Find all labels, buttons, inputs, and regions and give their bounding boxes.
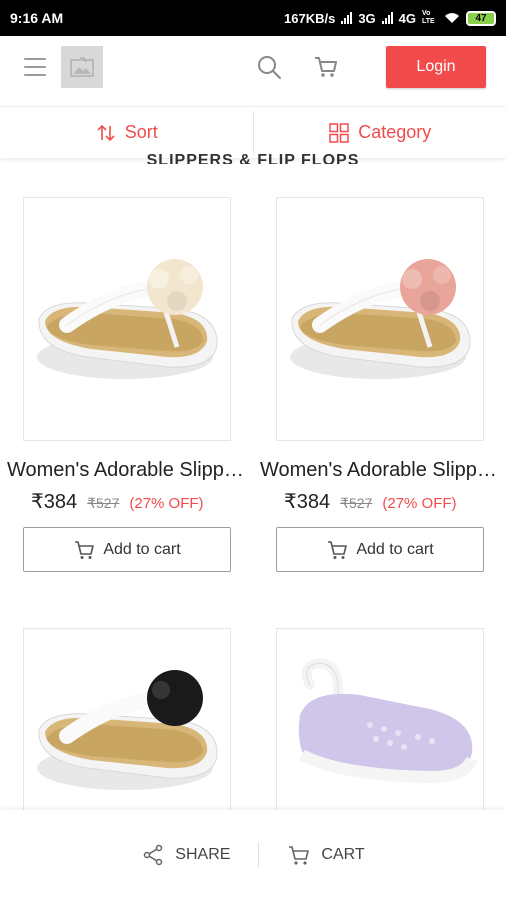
sort-label: Sort xyxy=(124,122,158,142)
wifi-icon xyxy=(445,13,459,23)
section-title: SLIPPERS & FLIP FLOPS xyxy=(146,152,360,164)
category-label: Category xyxy=(358,122,432,142)
product-price: ₹384 xyxy=(31,491,78,513)
product-mrp: ₹527 xyxy=(340,495,373,511)
share-button[interactable]: SHARE xyxy=(113,843,258,867)
flower-ornament xyxy=(400,259,456,315)
search-icon[interactable] xyxy=(256,54,282,80)
slipper-image xyxy=(37,259,218,379)
cart-button[interactable]: CART xyxy=(259,843,392,867)
slipper-image xyxy=(37,669,218,790)
status-time: 9:16 AM xyxy=(10,10,64,26)
image-placeholder-icon xyxy=(70,57,94,77)
network-type-2: 4G xyxy=(398,10,416,26)
battery-icon: 47 xyxy=(466,10,496,26)
cart-icon[interactable] xyxy=(313,54,339,80)
price-row: ₹384 ₹527 (27% OFF) xyxy=(284,489,457,514)
login-button[interactable]: Login xyxy=(386,46,486,88)
product-discount: (27% OFF) xyxy=(129,495,204,512)
share-label: SHARE xyxy=(175,846,231,863)
add-to-cart-button[interactable]: Add to cart xyxy=(23,527,231,572)
signal-icon-2 xyxy=(381,12,393,24)
product-name[interactable]: Women's Adorable Slippers xyxy=(7,459,247,482)
slipper-image xyxy=(290,259,471,379)
cart-icon xyxy=(328,540,348,559)
flower-ornament xyxy=(147,669,203,726)
product-image[interactable] xyxy=(276,628,484,810)
signal-icon xyxy=(341,12,353,24)
add-to-cart-button[interactable]: Add to cart xyxy=(276,527,484,572)
app-header: Login xyxy=(0,36,506,104)
product-image[interactable] xyxy=(23,628,231,810)
product-mrp: ₹527 xyxy=(87,495,120,511)
cart-label: CART xyxy=(321,846,365,863)
status-icons: 167KB/s 3G 4G Vo LTE 47 xyxy=(284,10,496,26)
menu-icon[interactable] xyxy=(24,58,46,76)
category-grid-icon xyxy=(329,122,349,143)
product-image[interactable] xyxy=(23,197,231,441)
flower-ornament xyxy=(147,259,203,315)
add-to-cart-label: Add to cart xyxy=(103,540,181,558)
status-bar: 9:16 AM 167KB/s 3G 4G Vo LTE 47 xyxy=(0,0,506,36)
volte-badge: Vo LTE xyxy=(422,10,435,25)
product-image[interactable] xyxy=(276,197,484,441)
network-type-1: 3G xyxy=(358,10,376,26)
product-discount: (27% OFF) xyxy=(382,495,457,512)
price-row: ₹384 ₹527 (27% OFF) xyxy=(31,489,204,514)
product-name[interactable]: Women's Adorable Slippers xyxy=(260,459,500,482)
sort-icon xyxy=(97,124,115,141)
app-logo[interactable] xyxy=(61,46,103,88)
product-price: ₹384 xyxy=(284,491,331,513)
cart-icon xyxy=(289,846,310,865)
clog-image xyxy=(298,657,478,783)
share-icon xyxy=(144,844,163,866)
add-to-cart-label: Add to cart xyxy=(356,540,434,558)
cart-icon xyxy=(75,540,95,559)
bottom-bar: SHARE CART xyxy=(0,810,506,900)
network-speed: 167KB/s xyxy=(284,10,336,26)
